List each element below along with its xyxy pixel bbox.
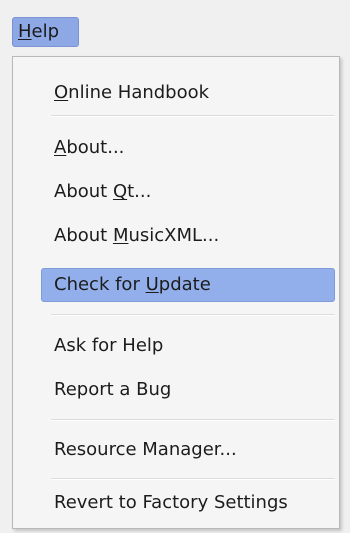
help-menu[interactable]: Help [12,17,79,47]
menu-item-label-post: t... [127,181,152,202]
menu-item-label: Resource Manager... [54,439,237,460]
menu-item-label-pre: Check for [54,274,146,295]
menu-item-resource-manager[interactable]: Resource Manager... [41,433,335,467]
menu-item-label: Ask for Help [54,335,164,356]
menu-item-online-handbook[interactable]: Online Handbook [41,76,335,110]
menu-item-about[interactable]: About... [41,131,335,165]
menu-item-label-post: usicXML... [128,225,220,246]
menu-item-label-post: pdate [158,274,211,295]
help-dropdown-menu: Online Handbook About... About Qt... Abo… [12,56,340,529]
menu-item-check-for-update[interactable]: Check for Update [41,268,335,302]
help-menu-label-post: elp [31,21,60,42]
menu-item-label-pre: About [54,181,113,202]
menu-bar: Help [0,0,350,49]
menu-item-mnemonic: Q [112,181,128,202]
menu-item-ask-for-help[interactable]: Ask for Help [41,329,335,363]
menu-separator [51,419,335,421]
help-menu-mnemonic: H [18,21,32,42]
menu-item-label: Revert to Factory Settings [54,492,288,513]
menu-item-revert-to-factory-settings[interactable]: Revert to Factory Settings [41,486,335,520]
menu-item-mnemonic: O [54,82,69,103]
menu-item-label-post: nline Handbook [68,82,210,103]
menu-item-label-post: bout... [66,137,125,158]
menu-item-label: Report a Bug [54,379,172,400]
menu-item-label-pre: About [54,225,113,246]
menu-item-mnemonic: M [112,225,129,246]
menu-separator [51,478,335,480]
menu-separator [51,314,335,316]
menu-item-mnemonic: U [145,274,159,295]
menu-item-about-musicxml[interactable]: About MusicXML... [41,219,335,253]
menu-item-report-a-bug[interactable]: Report a Bug [41,373,335,407]
menu-item-about-qt[interactable]: About Qt... [41,175,335,209]
menu-item-mnemonic: A [54,137,67,158]
menu-separator [51,115,335,117]
